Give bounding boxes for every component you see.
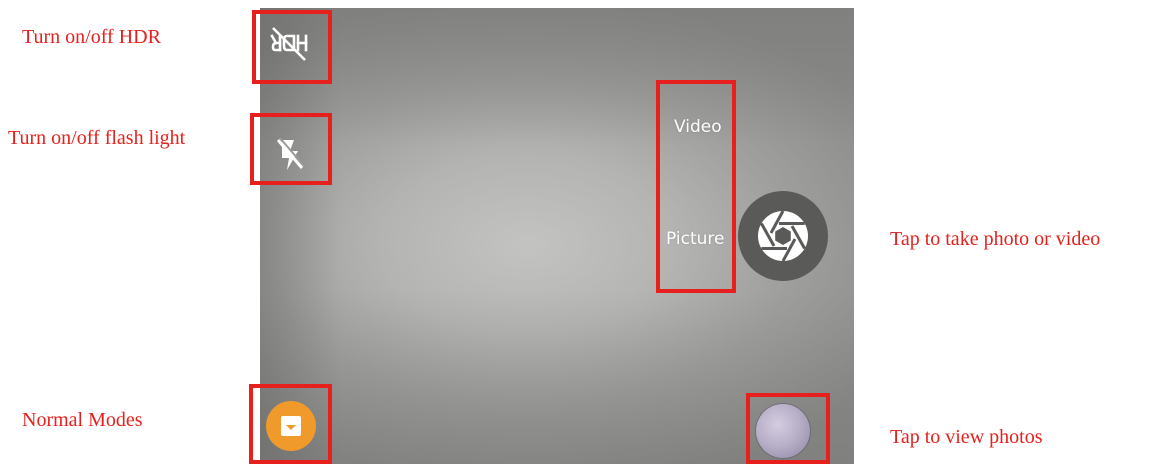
normal-modes-highlight-box — [249, 384, 332, 464]
flash-highlight-box — [250, 113, 332, 185]
modes-annotation: Normal Modes — [22, 409, 143, 431]
flash-annotation: Turn on/off flash light — [8, 127, 186, 149]
gallery-highlight-box — [746, 393, 830, 464]
hdr-annotation: Turn on/off HDR — [22, 26, 161, 48]
gallery-annotation: Tap to view photos — [890, 426, 1043, 448]
shutter-button[interactable] — [738, 191, 828, 281]
camera-aperture-icon — [758, 210, 808, 262]
hdr-highlight-box — [252, 10, 332, 84]
modes-highlight-box — [656, 80, 736, 293]
annotated-camera-screenshot: Video Picture Turn on/off HDR Turn on/of… — [0, 0, 1152, 464]
shutter-annotation: Tap to take photo or video — [890, 228, 1101, 250]
